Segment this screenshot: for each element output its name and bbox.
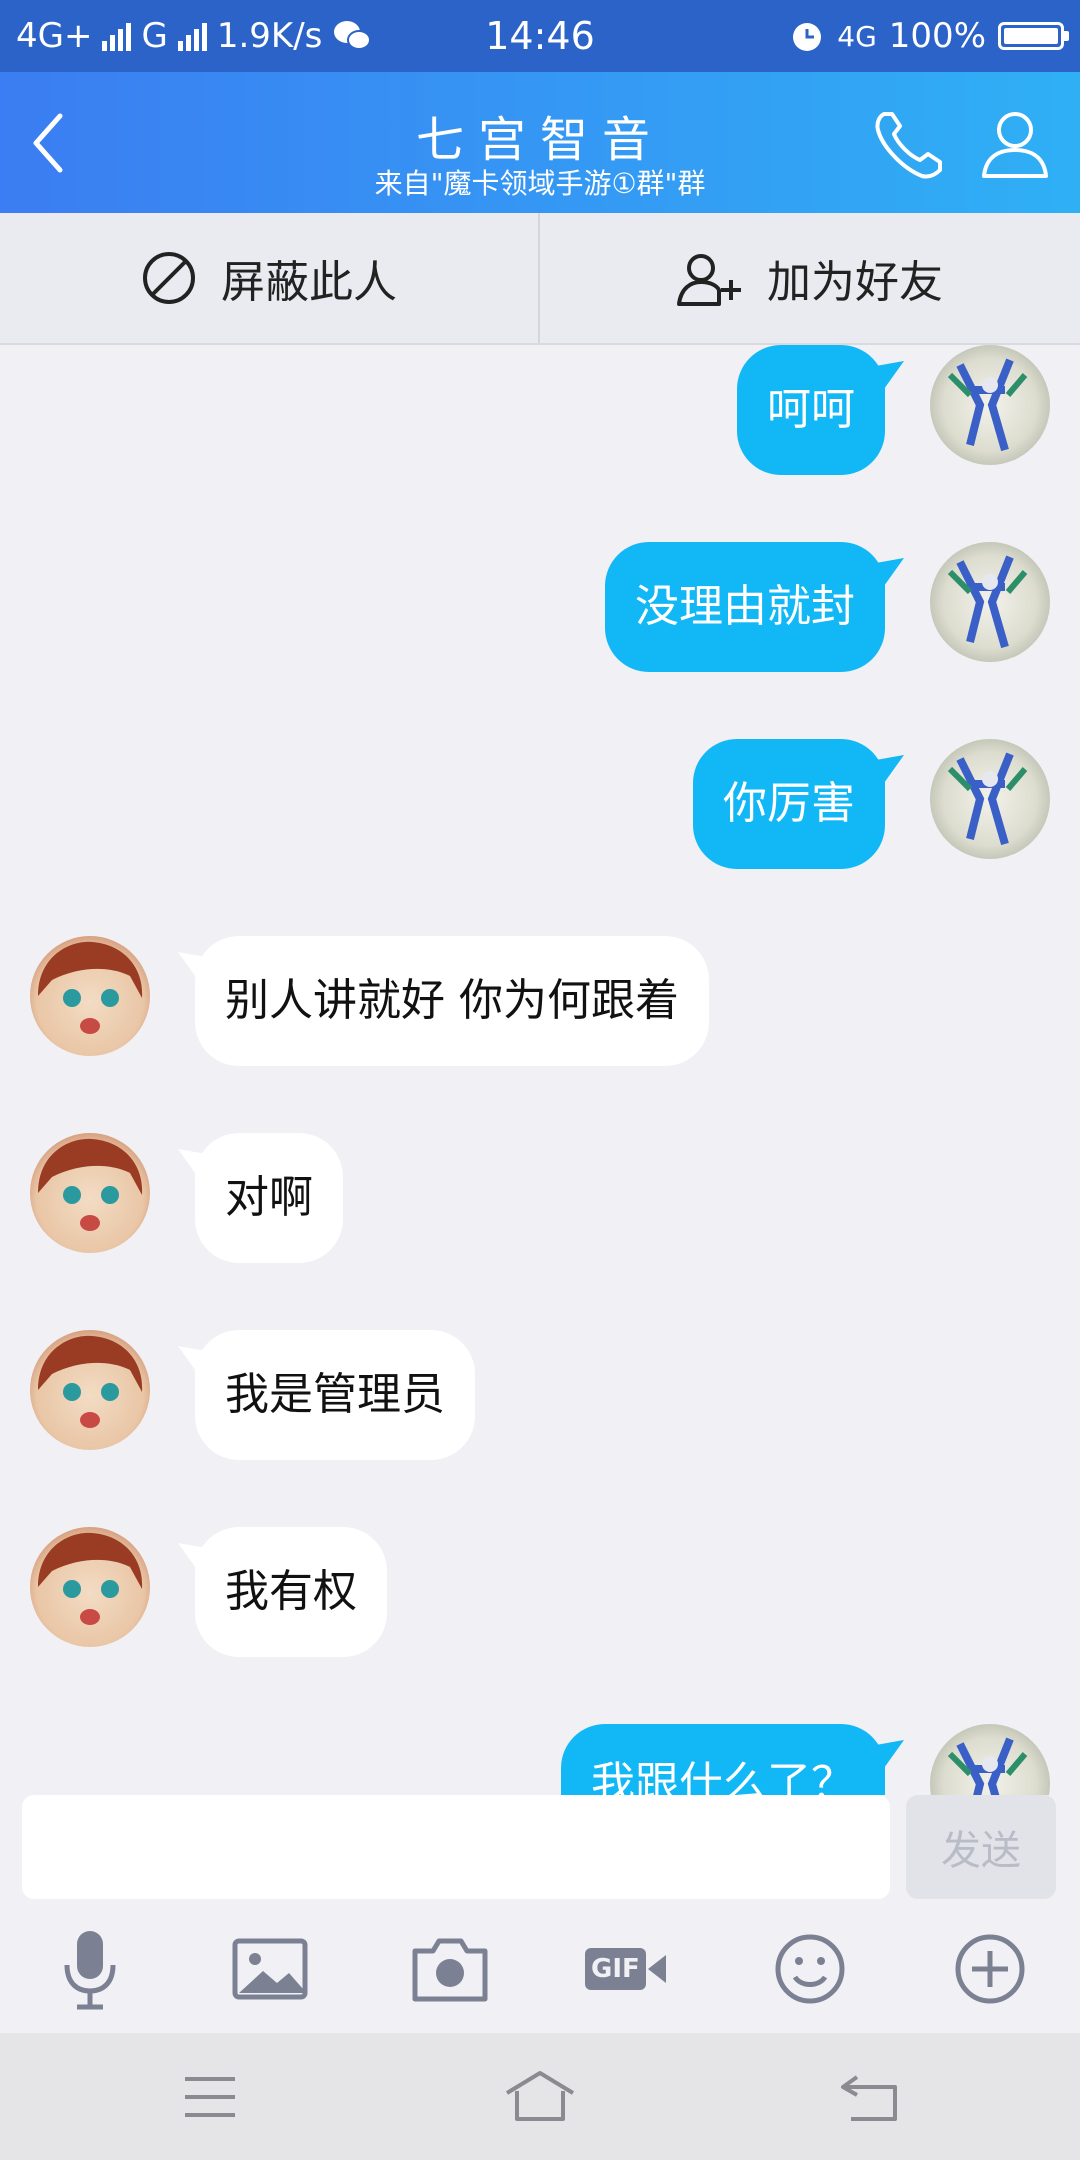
gif-icon[interactable]: GIF xyxy=(585,1927,675,2011)
add-friend-icon xyxy=(677,254,741,306)
add-more-icon[interactable] xyxy=(945,1927,1035,2011)
profile-icon[interactable] xyxy=(980,108,1050,180)
anime-face-image xyxy=(38,1138,143,1231)
message-text: 对啊 xyxy=(225,1172,313,1223)
bubble-tail xyxy=(870,558,904,586)
user-avatar[interactable] xyxy=(930,1724,1050,1795)
user-avatar[interactable] xyxy=(930,542,1050,662)
message-bubble-outgoing[interactable]: 没理由就封 xyxy=(605,542,885,672)
gundam-image xyxy=(947,1737,1028,1795)
message-bubble-outgoing[interactable]: 呵呵 xyxy=(737,345,885,475)
anime-face-image xyxy=(38,941,143,1034)
message-text: 我跟什么了？ xyxy=(591,1758,855,1795)
message-bubble-incoming[interactable]: 我有权 xyxy=(195,1527,387,1657)
gundam-image xyxy=(947,555,1028,649)
bubble-tail xyxy=(870,361,904,389)
gundam-image xyxy=(947,358,1028,452)
send-button[interactable]: 发送 xyxy=(906,1795,1056,1899)
phone-icon[interactable] xyxy=(870,104,950,184)
bubble-tail xyxy=(870,1740,904,1768)
video-flap-icon xyxy=(647,1955,666,1983)
microphone-icon[interactable] xyxy=(45,1927,135,2011)
block-user-button[interactable]: 屏蔽此人 xyxy=(0,213,538,343)
image-icon[interactable] xyxy=(225,1927,315,2011)
message-bubble-incoming[interactable]: 对啊 xyxy=(195,1133,343,1263)
gif-label: GIF xyxy=(585,1948,646,1990)
emoji-icon[interactable] xyxy=(765,1927,855,2011)
alarm-icon xyxy=(793,23,822,51)
message-text: 呵呵 xyxy=(767,384,855,435)
block-icon xyxy=(143,252,195,304)
user-avatar[interactable] xyxy=(930,739,1050,859)
message-bubble-incoming[interactable]: 我是管理员 xyxy=(195,1330,475,1460)
battery-percent: 100% xyxy=(888,16,986,56)
input-toolbar: GIF xyxy=(0,1905,1080,2033)
message-list[interactable]: 呵呵 没理由就封 你厉害 别人讲就好 你为何跟着 对啊 我是管理员 我有权 我跟… xyxy=(0,345,1080,1795)
anime-face-image xyxy=(38,1532,143,1625)
user-avatar[interactable] xyxy=(930,345,1050,465)
status-bar: 4G+ G 1.9K/s 14:46 4G 100% xyxy=(0,0,1080,72)
message-text: 我有权 xyxy=(225,1566,357,1617)
status-bar-right: 4G 100% xyxy=(789,0,1069,72)
stranger-action-bar: 屏蔽此人 加为好友 xyxy=(0,213,1080,345)
message-bubble-incoming[interactable]: 别人讲就好 你为何跟着 xyxy=(195,936,709,1066)
message-text: 我是管理员 xyxy=(225,1369,445,1420)
system-nav-bar xyxy=(0,2033,1080,2160)
battery-fill xyxy=(1004,28,1058,44)
message-input[interactable] xyxy=(22,1795,890,1899)
composer: 发送 xyxy=(0,1795,1080,1905)
add-friend-label: 加为好友 xyxy=(767,257,943,308)
menu-icon[interactable] xyxy=(165,2065,255,2129)
battery-icon xyxy=(998,22,1069,50)
network-right-label: 4G xyxy=(837,19,877,53)
anime-face-image xyxy=(38,1335,143,1428)
camera-icon[interactable] xyxy=(405,1927,495,2011)
contact-avatar[interactable] xyxy=(30,1133,150,1253)
contact-avatar[interactable] xyxy=(30,936,150,1056)
message-text: 别人讲就好 你为何跟着 xyxy=(225,975,679,1026)
contact-avatar[interactable] xyxy=(30,1527,150,1647)
message-bubble-outgoing[interactable]: 你厉害 xyxy=(693,739,885,869)
bubble-tail xyxy=(870,755,904,783)
message-text: 没理由就封 xyxy=(635,581,855,632)
back-nav-icon[interactable] xyxy=(825,2065,915,2129)
gundam-image xyxy=(947,752,1028,846)
block-user-label: 屏蔽此人 xyxy=(221,257,397,308)
message-bubble-outgoing[interactable]: 我跟什么了？ xyxy=(561,1724,885,1795)
message-text: 你厉害 xyxy=(723,778,855,829)
chat-header: 七宫智音 来自"魔卡领域手游①群"群 xyxy=(0,72,1080,213)
add-friend-button[interactable]: 加为好友 xyxy=(540,213,1080,343)
contact-avatar[interactable] xyxy=(30,1330,150,1450)
home-icon[interactable] xyxy=(495,2065,585,2129)
